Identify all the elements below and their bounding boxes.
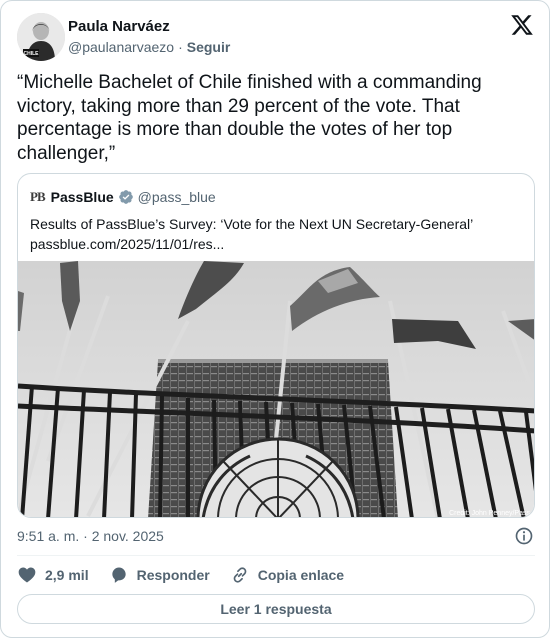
reply-label: Responder bbox=[136, 567, 210, 583]
tweet-text: “Michelle Bachelet of Chile finished wit… bbox=[17, 72, 482, 164]
tweet-timestamp[interactable]: 9:51 a. m. · 2 nov. 2025 bbox=[17, 528, 164, 544]
copy-link-label: Copia enlace bbox=[257, 567, 345, 583]
link-icon bbox=[233, 567, 247, 583]
handle-separator: · bbox=[178, 39, 183, 55]
like-count: 2,9 mil bbox=[45, 567, 89, 583]
un-headquarters-photo[interactable]: Credit: John Penney/Pass bbox=[18, 261, 534, 517]
info-icon[interactable] bbox=[514, 526, 534, 546]
copy-link-button[interactable]: Copia enlace bbox=[230, 565, 344, 585]
author-handle-line: @paulanarvaezo · Seguir bbox=[68, 39, 230, 55]
verified-icon bbox=[118, 190, 133, 204]
quoted-tweet[interactable]: PB PassBlue @pass_blue Results of PassBl… bbox=[17, 173, 535, 518]
read-replies-button[interactable]: Leer 1 respuesta bbox=[17, 594, 535, 624]
quote-author-name[interactable]: PassBlue bbox=[51, 189, 114, 205]
follow-button[interactable]: Seguir bbox=[187, 39, 231, 55]
reply-icon bbox=[111, 567, 126, 583]
quote-link[interactable]: passblue.com/2025/11/01/res... bbox=[30, 234, 520, 254]
quote-body: Results of PassBlue’s Survey: ‘Vote for … bbox=[30, 214, 520, 254]
heart-icon bbox=[18, 567, 36, 583]
x-logo-icon[interactable] bbox=[510, 13, 534, 37]
like-button[interactable]: 2,9 mil bbox=[17, 565, 89, 585]
avatar-badge-text: CHILE bbox=[24, 51, 40, 57]
reply-button[interactable]: Responder bbox=[109, 565, 210, 585]
action-bar: 2,9 mil Responder Copia enlace bbox=[17, 563, 364, 587]
author-handle[interactable]: @paulanarvaezo bbox=[68, 39, 174, 55]
quote-author-handle[interactable]: @pass_blue bbox=[138, 189, 216, 205]
author-name[interactable]: Paula Narváez bbox=[68, 18, 170, 35]
image-credit: Credit: John Penney/Pass bbox=[449, 510, 530, 517]
passblue-logo: PB bbox=[30, 189, 46, 204]
avatar-photo: CHILE bbox=[17, 13, 65, 61]
tweet-card: CHILE Paula Narváez @paulanarvaezo · Segui… bbox=[0, 0, 550, 638]
quote-header: PB PassBlue @pass_blue bbox=[30, 188, 216, 206]
quote-headline: Results of PassBlue’s Survey: ‘Vote for … bbox=[30, 216, 474, 232]
author-avatar[interactable]: CHILE bbox=[17, 13, 65, 61]
divider bbox=[17, 555, 535, 556]
